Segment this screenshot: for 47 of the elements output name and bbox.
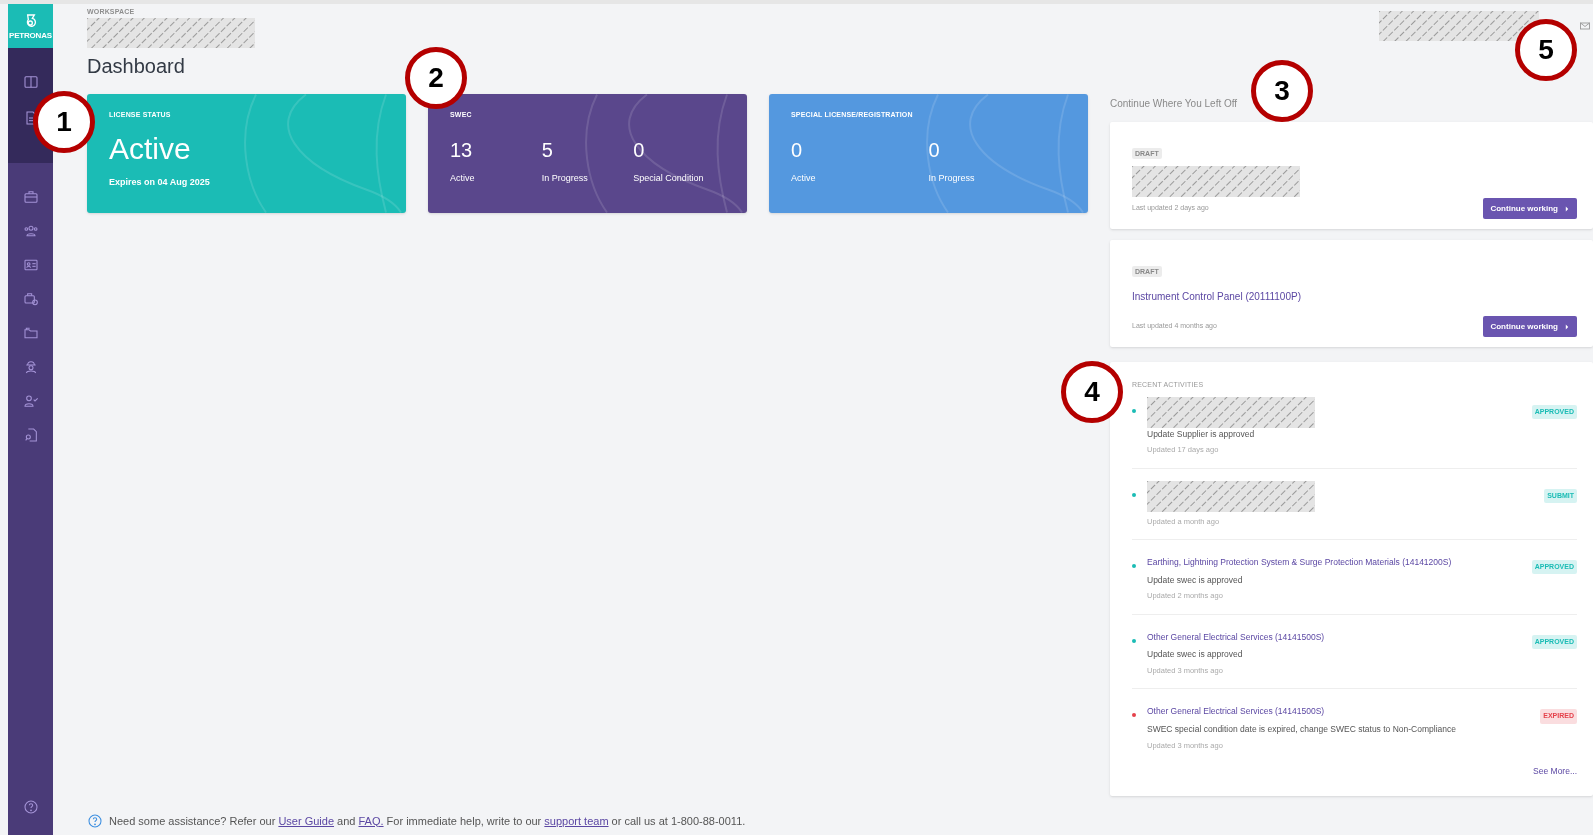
activity-title-link[interactable]: Other General Electrical Services (14141500S) [1147, 630, 1325, 644]
stat-label: In Progress [928, 172, 976, 185]
stat-label: Special Condition [633, 172, 705, 185]
continue-working-button[interactable]: Continue working [1483, 316, 1577, 337]
stat-value: 0 [791, 140, 804, 160]
activity-message: Update swec is approved [1147, 648, 1244, 661]
folder-icon[interactable] [22, 325, 39, 341]
callout-marker: 5 [1515, 19, 1577, 81]
stat-value: 13 [450, 140, 474, 160]
license-status: Active [109, 134, 192, 164]
stat-label: Active [791, 172, 817, 185]
help-link[interactable]: FAQ. [358, 814, 384, 827]
stat-label: Active [450, 172, 476, 185]
activity-title-link[interactable]: Earthing, Lightning Protection System & Surge Protection Materials (14141200S) [1147, 555, 1452, 569]
stat-value: 0 [633, 140, 646, 160]
activity-message: Update swec is approved [1147, 573, 1244, 587]
draft-title-link[interactable]: Instrument Control Panel (20111100P) [1132, 289, 1301, 304]
continue-working-button[interactable]: Continue working [1483, 198, 1577, 219]
see-more-link[interactable]: See More... [1533, 765, 1577, 778]
activity-message: SWEC special condition date is expired, change SWEC status to Non-Compliance [1147, 723, 1457, 736]
expiry-date: Expires on 04 Aug 2025 [109, 176, 211, 189]
mail-icon[interactable] [1579, 20, 1591, 32]
help-text: Need some assistance? Refer our User Guide and FAQ. For immediate help, write to our support team or call us at 1-800-88-0011. [109, 813, 746, 829]
stat-label: In Progress [541, 172, 589, 185]
id-card-icon[interactable] [22, 257, 39, 273]
briefcase-clock-icon[interactable] [22, 291, 39, 307]
team-icon[interactable] [22, 223, 39, 239]
callout-marker: 4 [1061, 361, 1123, 423]
page-title: Dashboard [87, 53, 185, 79]
file-search-icon[interactable] [22, 427, 39, 443]
stat-value: 5 [541, 140, 554, 160]
help-icon[interactable] [22, 799, 39, 815]
help-link[interactable]: User Guide [278, 814, 334, 827]
callout-marker: 3 [1251, 60, 1313, 122]
help-icon[interactable] [87, 812, 103, 829]
briefcase-icon[interactable] [22, 189, 39, 205]
layout-icon[interactable] [22, 74, 39, 90]
callout-marker: 2 [405, 47, 467, 109]
help-link[interactable]: support team [544, 814, 609, 827]
activity-message: Update Supplier is approved [1147, 427, 1256, 441]
logo-text: PETRONAS [9, 32, 52, 40]
user-check-icon[interactable] [22, 393, 39, 409]
chevron-right-icon [1564, 205, 1570, 212]
chevron-right-icon [1564, 323, 1570, 330]
stat-value: 0 [928, 140, 941, 160]
section-heading: Continue Where You Left Off [1110, 97, 1239, 111]
activity-title-link[interactable]: Other General Electrical Services (14141500S) [1147, 705, 1325, 718]
